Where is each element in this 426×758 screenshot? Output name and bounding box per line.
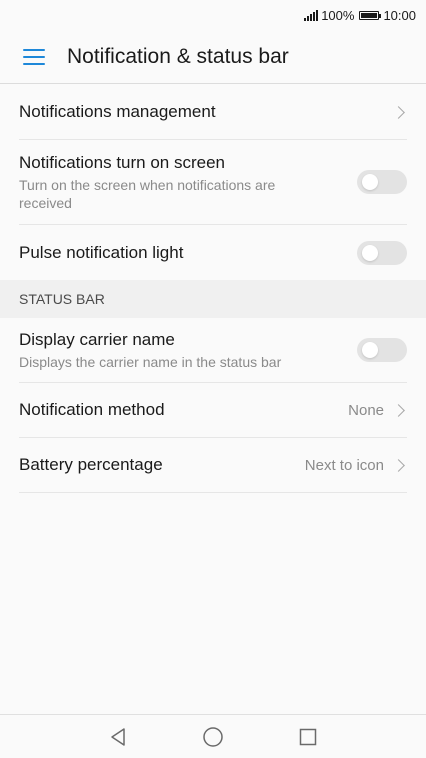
chevron-right-icon <box>392 105 405 119</box>
recents-square-icon <box>299 728 317 745</box>
notification-method-row[interactable]: Notification method None <box>19 383 407 438</box>
navigation-bar <box>0 714 426 757</box>
page-title: Notification & status bar <box>67 44 289 68</box>
row-title: Notification method <box>19 400 165 419</box>
battery-percent-text: 100% <box>321 7 355 23</box>
battery-fill <box>361 12 378 18</box>
back-button[interactable] <box>98 715 138 758</box>
row-subtitle: Displays the carrier name in the status … <box>19 353 282 370</box>
section-header-status-bar: STATUS BAR <box>0 280 426 318</box>
row-value: None <box>348 401 384 419</box>
row-title: Battery percentage <box>19 455 163 474</box>
home-button[interactable] <box>193 715 233 758</box>
row-value: Next to icon <box>304 456 384 474</box>
notifications-turn-on-screen-row[interactable]: Notifications turn on screen Turn on the… <box>19 140 407 225</box>
notifications-turn-on-screen-toggle[interactable] <box>357 170 407 194</box>
signal-icon <box>304 9 319 21</box>
notifications-management-row[interactable]: Notifications management <box>19 85 407 140</box>
row-title: Notifications turn on screen <box>19 152 225 172</box>
settings-list: Notifications management Notifications t… <box>0 85 426 493</box>
home-circle-icon <box>203 726 223 747</box>
pulse-notification-light-toggle[interactable] <box>357 240 407 265</box>
row-title: Display carrier name <box>19 329 175 349</box>
back-triangle-icon <box>111 727 125 746</box>
chevron-right-icon <box>392 458 405 472</box>
app-bar: Notification & status bar <box>0 30 426 84</box>
battery-percentage-row[interactable]: Battery percentage Next to icon <box>19 438 407 493</box>
battery-icon <box>359 10 382 20</box>
row-title: Pulse notification light <box>19 242 184 262</box>
display-carrier-name-row[interactable]: Display carrier name Displays the carrie… <box>19 318 407 383</box>
status-bar: 100% 10:00 <box>0 0 426 30</box>
toggle-knob <box>362 244 378 261</box>
row-title: Notifications management <box>19 102 216 121</box>
display-carrier-name-toggle[interactable] <box>357 338 407 362</box>
pulse-notification-light-row[interactable]: Pulse notification light <box>19 225 407 280</box>
toggle-knob <box>362 174 378 190</box>
row-subtitle: Turn on the screen when notifications ar… <box>19 176 276 211</box>
menu-icon[interactable] <box>23 48 45 65</box>
status-time: 10:00 <box>383 7 416 23</box>
toggle-knob <box>362 342 378 358</box>
recents-button[interactable] <box>288 715 328 758</box>
chevron-right-icon <box>392 403 405 417</box>
